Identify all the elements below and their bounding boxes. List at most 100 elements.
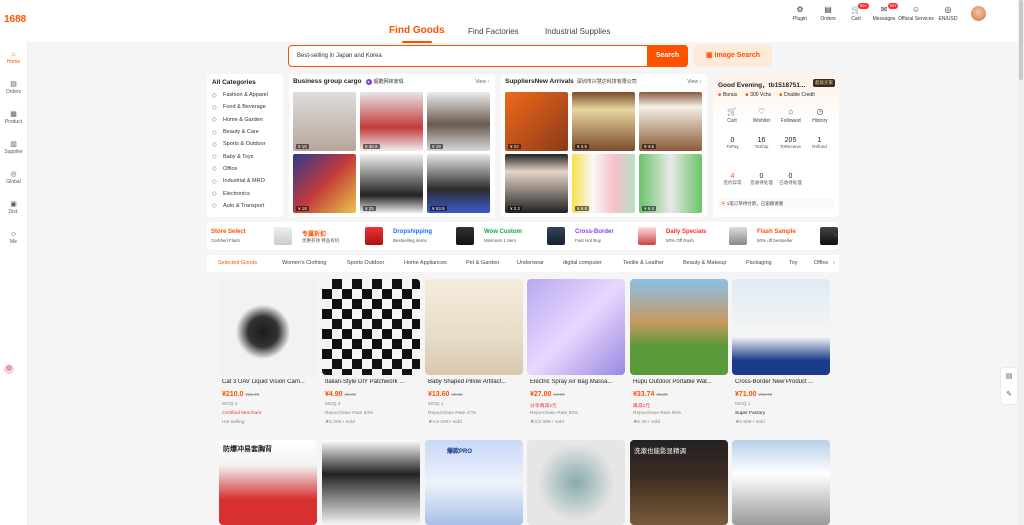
- chevron-right-icon[interactable]: ›: [833, 260, 835, 266]
- category-item[interactable]: ◇ Beauty & Care: [212, 126, 283, 138]
- product-tile[interactable]: ¥ 22: [505, 92, 568, 151]
- plugin-button[interactable]: ⚙ Plugin: [786, 4, 814, 22]
- messages-button[interactable]: ✉ 99+ Messages: [870, 3, 899, 22]
- logo[interactable]: 1688: [4, 14, 26, 25]
- category-item[interactable]: ◇ Fashion & Apparel: [212, 89, 283, 101]
- assistant-icon[interactable]: ✿: [4, 364, 14, 374]
- sidebar-item-me[interactable]: ☺ Me: [0, 222, 27, 252]
- tab-find-factories[interactable]: Find Factories: [468, 27, 519, 36]
- product-card[interactable]: [322, 440, 420, 525]
- bonus-link[interactable]: Bonus: [718, 92, 737, 98]
- promo-daily-specials[interactable]: Daily Specials 50% Off Rush: [662, 222, 753, 250]
- category-item[interactable]: ◇ Electronics: [212, 187, 283, 199]
- promo-flash-sample[interactable]: Flash Sample 50% off bestseller: [753, 222, 844, 250]
- tab-category[interactable]: Toy: [789, 260, 798, 266]
- stat-sign-pending[interactable]: 0 签收待处理: [747, 173, 776, 186]
- category-item[interactable]: ◇ Office: [212, 163, 283, 175]
- vouchers-link[interactable]: 300 Vchs: [745, 92, 771, 98]
- promo-dropshipping[interactable]: Dropshipping Bestselling items: [389, 222, 480, 250]
- tab-category[interactable]: Textile & Leather: [623, 260, 664, 266]
- product-card[interactable]: Hupu Outdoor Portable Wat... ¥33.74 ¥5.30…: [630, 279, 728, 439]
- product-tile[interactable]: ¥ 53.9: [427, 154, 490, 213]
- search-button[interactable]: Search: [647, 44, 688, 67]
- member-badge[interactable]: 超级买家: [813, 79, 835, 87]
- promo-wow-custom[interactable]: Wow Custom Minimum 1 Item: [480, 222, 571, 250]
- product-card[interactable]: Electric Spray Air Bag Massa... ¥27.00 ¥4…: [527, 279, 625, 439]
- tab-category[interactable]: Underwear: [517, 260, 544, 266]
- quick-history[interactable]: ◷ History: [806, 107, 834, 124]
- product-image-text: 爆款PRO: [447, 449, 473, 455]
- quick-wishlist[interactable]: ♡ Wishlist: [747, 107, 775, 124]
- double-credit-link[interactable]: Double Credit: [779, 92, 815, 98]
- avatar[interactable]: [971, 6, 986, 21]
- product-tile[interactable]: ¥ 6.8: [639, 154, 702, 213]
- product-tile[interactable]: ¥ 25: [360, 154, 423, 213]
- category-item[interactable]: ◇ Food & Beverage: [212, 101, 283, 113]
- category-item[interactable]: ◇ Baby & Toys: [212, 150, 283, 162]
- tab-category[interactable]: Packaging: [746, 260, 772, 266]
- order-notice[interactable]: ▣ 1笔订单待付款，已逾期请重: [718, 198, 834, 209]
- search-input[interactable]: Best-selling in Japan and Korea: [297, 53, 382, 59]
- product-card[interactable]: 爆款PRO: [425, 440, 523, 525]
- sidebar-item-global[interactable]: ◎ Global: [0, 162, 27, 192]
- sidebar-item-supplier[interactable]: ▥ Supplier: [0, 132, 27, 162]
- edit-icon[interactable]: ✎: [1001, 386, 1017, 404]
- stat-sign-exception[interactable]: 4 签约异常: [718, 173, 747, 186]
- product-card[interactable]: Italian-Style DIY Patchwork ... ¥4.90 ¥0.…: [322, 279, 420, 439]
- category-item[interactable]: ◇ Sports & Outdoor: [212, 138, 283, 150]
- promo-store-select[interactable]: Store Select Certified Flash: [207, 222, 298, 250]
- sidebar-item-home[interactable]: ⌂ Home: [0, 42, 27, 72]
- language-currency-button[interactable]: ◎ EN/USD: [934, 4, 962, 22]
- promo-cross-border[interactable]: Cross-Border Fast Hot Buy: [571, 222, 662, 250]
- orders-button[interactable]: ▤ Orders: [814, 4, 842, 22]
- tab-selected-goods[interactable]: Selected Goods: [218, 260, 257, 266]
- product-tile[interactable]: ¥ 2.2: [505, 154, 568, 213]
- tab-category[interactable]: Beauty & Makeup: [683, 260, 726, 266]
- product-tile[interactable]: ¥ 18: [293, 154, 356, 213]
- product-card[interactable]: 防爆冲易套胸背: [219, 440, 317, 525]
- feedback-icon[interactable]: ▤: [1001, 368, 1017, 386]
- product-tile[interactable]: ¥ 16: [293, 92, 356, 151]
- tab-category[interactable]: Pet & Garden: [466, 260, 499, 266]
- product-card[interactable]: Cross-Border New Product ... ¥71.00 ¥10.7…: [732, 279, 830, 439]
- product-tile[interactable]: ¥ 19: [427, 92, 490, 151]
- view-link[interactable]: View ›: [475, 79, 489, 85]
- tab-category[interactable]: Sports Outdoor: [347, 260, 384, 266]
- image-search-button[interactable]: ▣ Image Search: [694, 45, 772, 67]
- product-card[interactable]: [732, 440, 830, 525]
- quick-cart[interactable]: 🛒 Cart: [718, 107, 746, 124]
- official-services-button[interactable]: ☺ Official Services: [898, 4, 934, 22]
- product-tile[interactable]: ¥ 30.9: [360, 92, 423, 151]
- tab-find-goods[interactable]: Find Goods: [389, 25, 445, 43]
- product-card[interactable]: Baby Shaped Pillow Artifact... ¥13.60 ¥2.…: [425, 279, 523, 439]
- stat-toship[interactable]: 16 ToShip: [747, 137, 776, 150]
- tab-category[interactable]: Office: [814, 260, 828, 266]
- product-card[interactable]: Cat 3 UAV Liquid Vision Cam... ¥210.0 ¥31…: [219, 279, 317, 439]
- tab-category[interactable]: Women's Clothing: [282, 260, 326, 266]
- scrollbar-thumb[interactable]: [1019, 0, 1023, 80]
- sidebar-item-orders[interactable]: ▤ Orders: [0, 72, 27, 102]
- chevron-right-icon[interactable]: ›: [834, 230, 837, 239]
- tab-industrial-supplies[interactable]: Industrial Supplies: [545, 27, 610, 36]
- product-tile[interactable]: ¥ 6.8: [572, 154, 635, 213]
- product-tile[interactable]: ¥ 3.5: [572, 92, 635, 151]
- tab-category[interactable]: digital computer: [563, 260, 602, 266]
- page-scrollbar[interactable]: [1018, 0, 1024, 525]
- stat-toreceive[interactable]: 205 ToReceive: [776, 137, 805, 150]
- stat-received-pending[interactable]: 0 已收待处理: [776, 173, 805, 186]
- stat-refund[interactable]: 1 Refund: [805, 137, 834, 150]
- sidebar-item-product[interactable]: ▦ Product: [0, 102, 27, 132]
- tab-category[interactable]: Home Appliances: [404, 260, 447, 266]
- product-tile[interactable]: ¥ 4.5: [639, 92, 702, 151]
- view-link[interactable]: View ›: [687, 79, 701, 85]
- product-card[interactable]: 洗漱也能影显精调: [630, 440, 728, 525]
- quick-followed[interactable]: ⌂ Followed: [777, 107, 805, 124]
- promo-exclusive-discount[interactable]: 专属折扣 优惠券领 特品有机: [298, 222, 389, 250]
- category-item[interactable]: ◇ Home & Garden: [212, 114, 283, 126]
- sidebar-item-dist[interactable]: ▣ Dist.: [0, 192, 27, 222]
- cart-button[interactable]: 🛒 99+ Cart: [842, 3, 870, 22]
- category-item[interactable]: ◇ Auto & Transport: [212, 200, 283, 212]
- category-item[interactable]: ◇ Industrial & MRO: [212, 175, 283, 187]
- product-card[interactable]: [527, 440, 625, 525]
- stat-topay[interactable]: 0 ToPay: [718, 137, 747, 150]
